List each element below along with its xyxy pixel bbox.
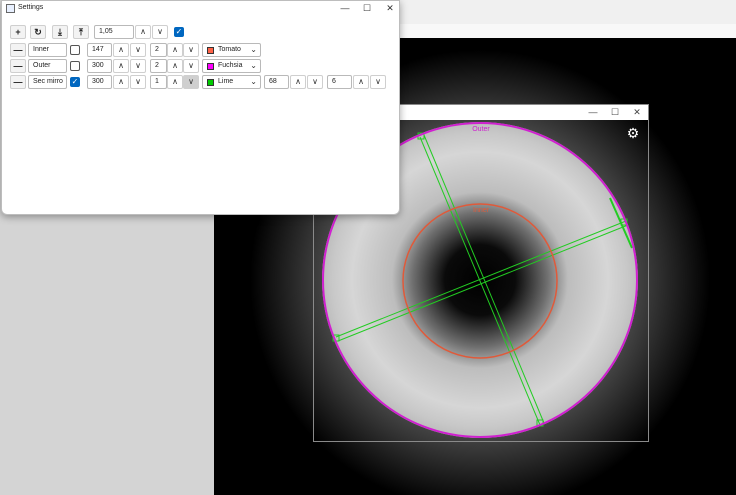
refresh-icon[interactable]: ↻ (30, 25, 46, 39)
color-label: Lime (218, 78, 234, 85)
extra2-down-button[interactable]: ∨ (370, 75, 386, 89)
scale-checkbox[interactable]: ✓ (174, 27, 184, 37)
image-maximize-button[interactable]: ☐ (606, 106, 624, 119)
width-down-button[interactable]: ∨ (183, 75, 199, 89)
add-icon[interactable]: + (10, 25, 26, 39)
row-name-input[interactable]: Outer (28, 59, 67, 73)
scale-up-button[interactable]: ∧ (135, 25, 151, 39)
color-dropdown[interactable]: Lime ⌄ (202, 75, 261, 89)
radius-input[interactable]: 300 (87, 75, 112, 89)
color-label: Fuchsia (218, 62, 243, 69)
radius-up-button[interactable]: ∧ (113, 75, 129, 89)
row-name-input[interactable]: Inner (28, 43, 67, 57)
extra-input-2[interactable]: 6 (327, 75, 352, 89)
color-dropdown[interactable]: Fuchsia ⌄ (202, 59, 261, 73)
radius-down-button[interactable]: ∨ (130, 59, 146, 73)
extra1-up-button[interactable]: ∧ (290, 75, 306, 89)
settings-window: Settings — ☐ ✕ + ↻ ⤓ ⤒ 1,05 ∧ ∨ ✓ — Inne… (1, 0, 400, 215)
chevron-down-icon: ⌄ (250, 77, 257, 86)
radius-up-button[interactable]: ∧ (113, 59, 129, 73)
width-input[interactable]: 1 (150, 75, 167, 89)
maximize-button[interactable]: ☐ (356, 1, 378, 15)
extra-input-1[interactable]: 68 (264, 75, 289, 89)
app-icon (6, 4, 15, 13)
extra1-down-button[interactable]: ∨ (307, 75, 323, 89)
radius-input[interactable]: 147 (87, 43, 112, 57)
width-up-button[interactable]: ∧ (167, 43, 183, 57)
radius-down-button[interactable]: ∨ (130, 43, 146, 57)
scale-input[interactable]: 1,05 (94, 25, 134, 39)
radius-input[interactable]: 300 (87, 59, 112, 73)
image-close-button[interactable]: ✕ (628, 106, 646, 119)
color-dropdown[interactable]: Tomato ⌄ (202, 43, 261, 57)
close-button[interactable]: ✕ (379, 1, 401, 15)
width-up-button[interactable]: ∧ (167, 75, 183, 89)
extra2-up-button[interactable]: ∧ (353, 75, 369, 89)
width-up-button[interactable]: ∧ (167, 59, 183, 73)
download-icon[interactable]: ⤓ (52, 25, 68, 39)
gear-icon[interactable]: ⚙ (626, 126, 640, 140)
image-minimize-button[interactable]: — (584, 106, 602, 119)
row-checkbox[interactable]: ✓ (70, 77, 80, 87)
remove-row-button[interactable]: — (10, 75, 26, 89)
color-swatch (207, 47, 214, 54)
row-name-input[interactable]: Sec mirro (28, 75, 67, 89)
settings-title: Settings (18, 4, 44, 11)
remove-row-button[interactable]: — (10, 59, 26, 73)
row-checkbox[interactable] (70, 45, 80, 55)
row-checkbox[interactable] (70, 61, 80, 71)
minimize-button[interactable]: — (334, 1, 356, 15)
radius-up-button[interactable]: ∧ (113, 43, 129, 57)
width-input[interactable]: 2 (150, 43, 167, 57)
scale-down-button[interactable]: ∨ (152, 25, 168, 39)
chevron-down-icon: ⌄ (250, 45, 257, 54)
width-down-button[interactable]: ∨ (183, 59, 199, 73)
width-input[interactable]: 2 (150, 59, 167, 73)
radius-down-button[interactable]: ∨ (130, 75, 146, 89)
width-down-button[interactable]: ∨ (183, 43, 199, 57)
upload-icon[interactable]: ⤒ (73, 25, 89, 39)
color-swatch (207, 79, 214, 86)
remove-row-button[interactable]: — (10, 43, 26, 57)
color-swatch (207, 63, 214, 70)
chevron-down-icon: ⌄ (250, 61, 257, 70)
color-label: Tomato (218, 46, 241, 53)
